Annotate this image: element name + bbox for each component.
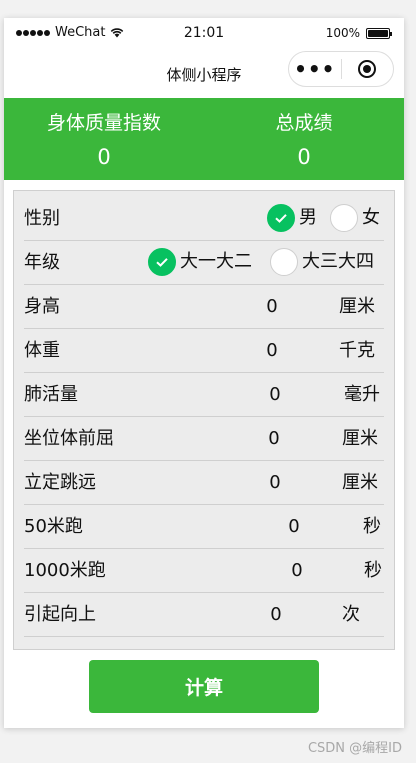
pull-up-input[interactable]: 0 xyxy=(261,593,291,636)
long-jump-label: 立定跳远 xyxy=(24,472,96,493)
run-1000m-unit: 秒 xyxy=(364,560,382,581)
menu-capsule: ••• xyxy=(288,51,394,87)
run-1000m-row: 1000米跑 0 秒 xyxy=(24,549,384,593)
summary-banner: 身体质量指数 0 总成绩 0 xyxy=(4,98,404,180)
grade-option-1-2[interactable]: 大一大二 xyxy=(148,247,252,277)
score-label: 总成绩 xyxy=(275,112,333,134)
lung-capacity-row: 肺活量 0 毫升 xyxy=(24,373,384,417)
radio-unchecked-icon xyxy=(330,204,358,232)
weight-label: 体重 xyxy=(24,340,60,361)
lung-capacity-unit: 毫升 xyxy=(344,384,380,405)
grade-label: 年级 xyxy=(24,252,60,273)
watermark-text: CSDN @编程ID xyxy=(307,741,402,756)
input-form: 性别 男 女 年级 大一大二 大三大四 身高 0 厘米 体重 0 千克 肺活量 … xyxy=(13,190,395,650)
grade-1-2-label: 大一大二 xyxy=(180,251,252,272)
weight-unit: 千克 xyxy=(339,340,375,361)
phone-frame: WeChat 21:01 100% 体侧小程序 ••• 身体质量指数 0 总成绩… xyxy=(4,18,404,728)
bmi-block: 身体质量指数 0 xyxy=(4,110,204,172)
score-block: 总成绩 0 xyxy=(204,110,404,172)
gender-label: 性别 xyxy=(24,208,60,229)
long-jump-row: 立定跳远 0 厘米 xyxy=(24,461,384,505)
more-button[interactable]: ••• xyxy=(289,54,341,84)
close-target-icon xyxy=(358,60,377,78)
score-value: 0 xyxy=(297,145,311,169)
run-50m-unit: 秒 xyxy=(363,516,381,537)
weight-input[interactable]: 0 xyxy=(257,329,287,372)
calculate-button[interactable]: 计算 xyxy=(89,660,319,713)
run-1000m-label: 1000米跑 xyxy=(24,560,106,581)
grade-option-3-4[interactable]: 大三大四 xyxy=(270,247,374,277)
bmi-label: 身体质量指数 xyxy=(46,112,161,134)
lung-capacity-label: 肺活量 xyxy=(24,384,78,405)
height-input[interactable]: 0 xyxy=(257,285,287,328)
battery-percent: 100% xyxy=(325,26,360,40)
radio-checked-icon xyxy=(148,248,176,276)
nav-bar: 体侧小程序 ••• xyxy=(4,48,404,98)
pull-up-row: 引起向上 0 次 xyxy=(24,593,384,637)
gender-female-label: 女 xyxy=(362,207,380,228)
height-label: 身高 xyxy=(24,296,60,317)
status-bar: WeChat 21:01 100% xyxy=(4,18,404,48)
lung-capacity-input[interactable]: 0 xyxy=(260,373,290,416)
bmi-value: 0 xyxy=(97,145,111,169)
run-50m-label: 50米跑 xyxy=(24,516,83,537)
battery-icon xyxy=(366,27,392,39)
gender-option-male[interactable]: 男 xyxy=(267,203,317,233)
gender-male-label: 男 xyxy=(299,207,317,228)
weight-row: 体重 0 千克 xyxy=(24,329,384,373)
grade-3-4-label: 大三大四 xyxy=(302,251,374,272)
status-right: 100% xyxy=(325,26,392,40)
sit-and-reach-unit: 厘米 xyxy=(342,428,378,449)
height-row: 身高 0 厘米 xyxy=(24,285,384,329)
gender-row: 性别 男 女 xyxy=(24,197,384,241)
sit-and-reach-input[interactable]: 0 xyxy=(259,417,289,460)
run-1000m-input[interactable]: 0 xyxy=(282,549,312,592)
run-50m-input[interactable]: 0 xyxy=(279,505,309,548)
radio-checked-icon xyxy=(267,204,295,232)
long-jump-input[interactable]: 0 xyxy=(260,461,290,504)
close-button[interactable] xyxy=(341,60,393,78)
sit-and-reach-row: 坐位体前屈 0 厘米 xyxy=(24,417,384,461)
gender-option-female[interactable]: 女 xyxy=(330,203,380,233)
pull-up-label: 引起向上 xyxy=(24,604,96,625)
pull-up-unit: 次 xyxy=(342,604,360,625)
run-50m-row: 50米跑 0 秒 xyxy=(24,505,384,549)
height-unit: 厘米 xyxy=(339,296,375,317)
sit-and-reach-label: 坐位体前屈 xyxy=(24,428,114,449)
grade-row: 年级 大一大二 大三大四 xyxy=(24,241,384,285)
long-jump-unit: 厘米 xyxy=(342,472,378,493)
radio-unchecked-icon xyxy=(270,248,298,276)
